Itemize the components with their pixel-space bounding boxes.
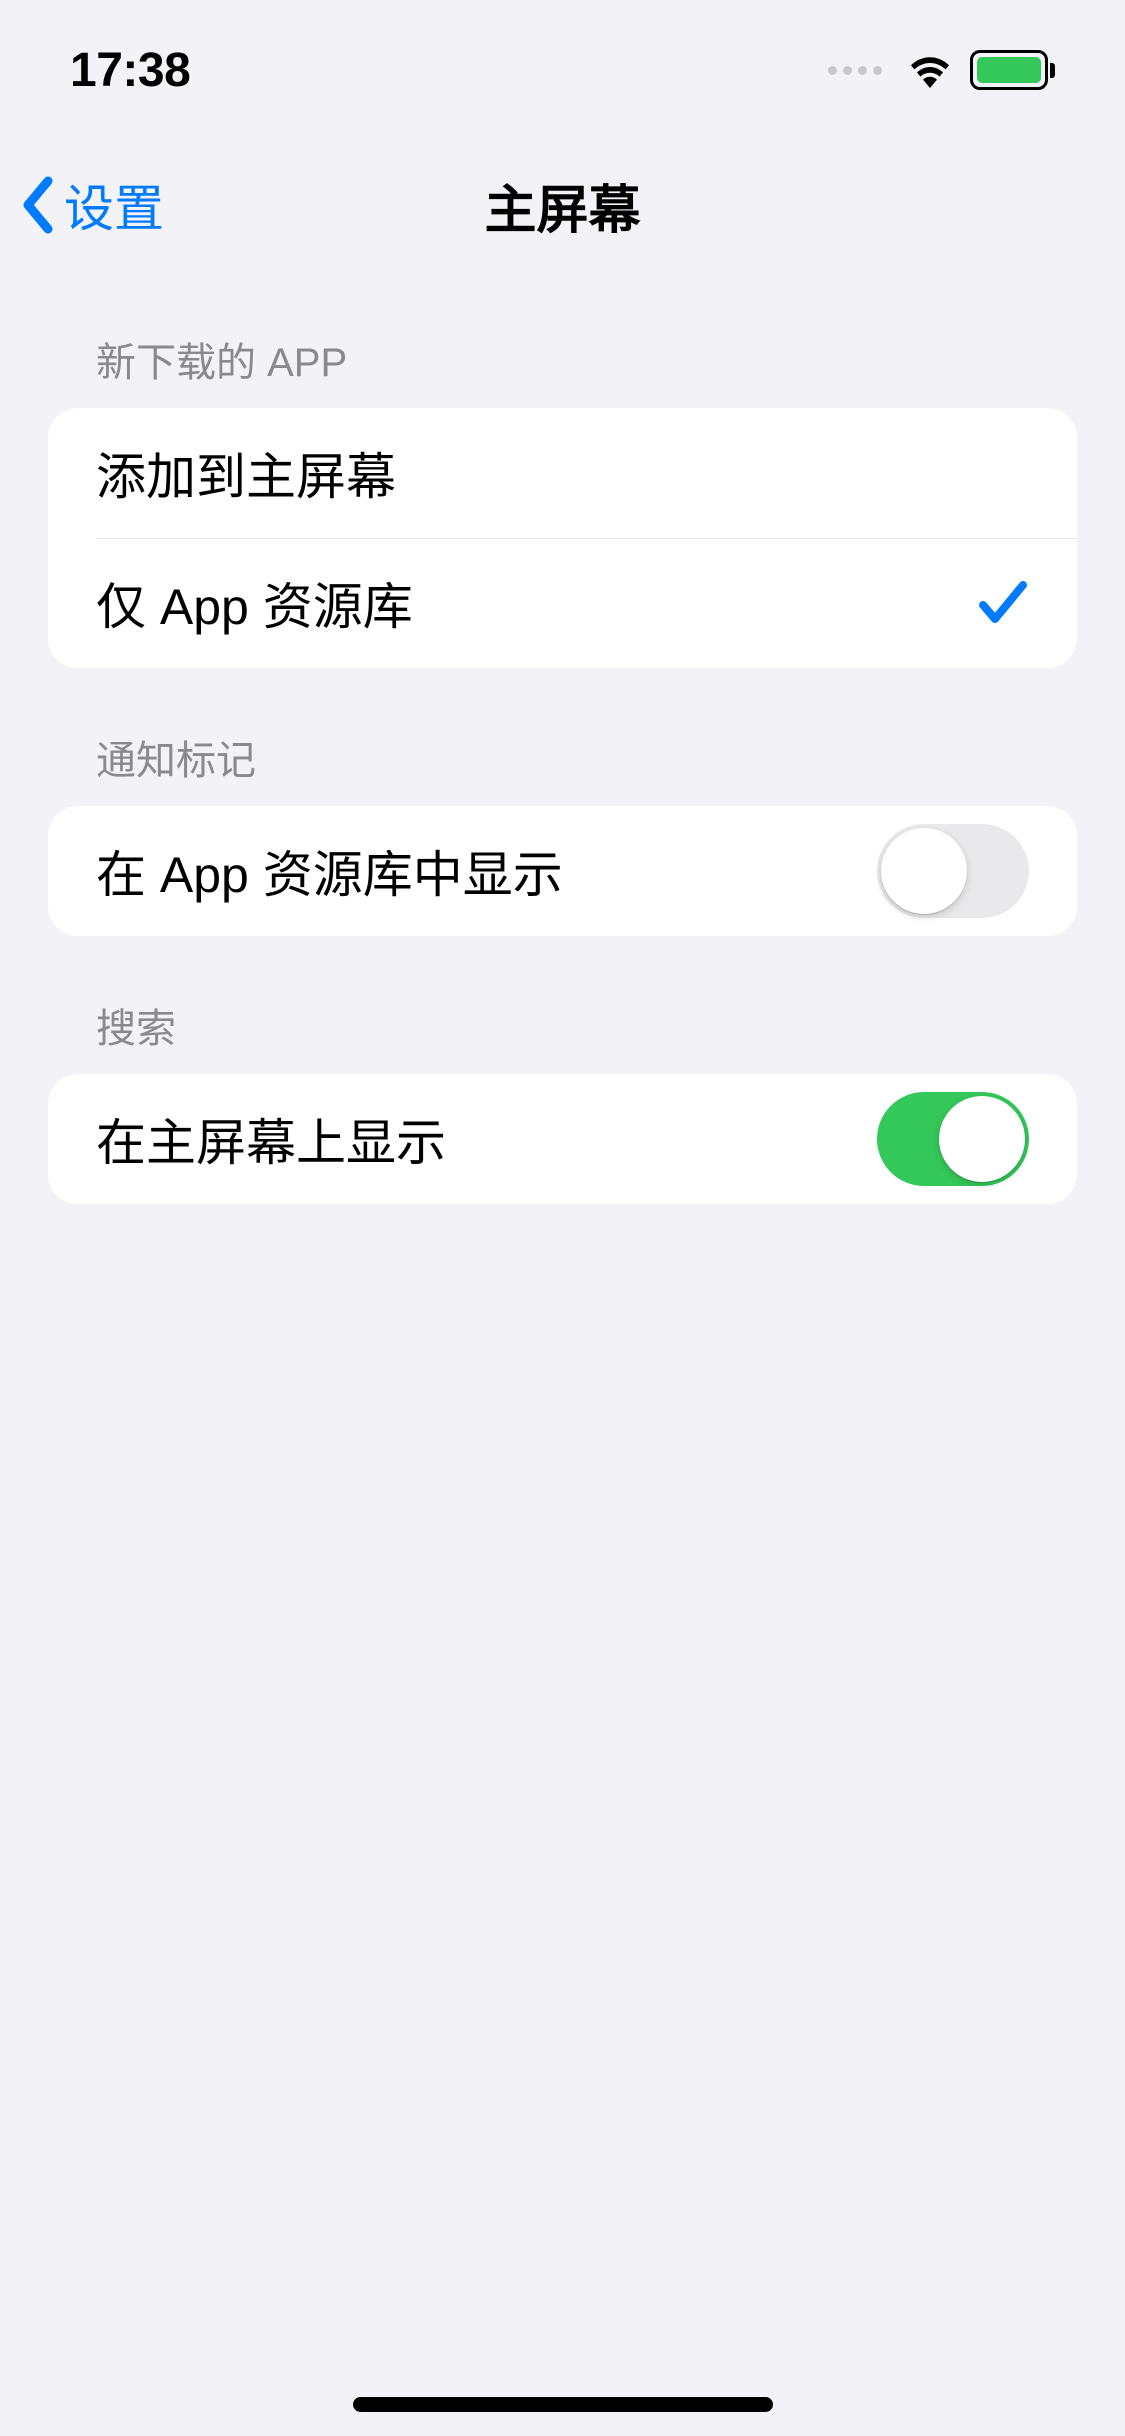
row-label: 在主屏幕上显示 [96,1103,446,1175]
toggle-knob [881,828,967,914]
option-add-to-home[interactable]: 添加到主屏幕 [48,408,1077,538]
option-app-library-only[interactable]: 仅 App 资源库 [48,538,1077,668]
section-header-search: 搜索 [48,936,1077,1074]
back-label: 设置 [64,169,164,241]
signal-dots [828,66,882,75]
toggle-show-in-app-library[interactable] [877,824,1029,918]
nav-bar: 设置 主屏幕 [0,140,1125,270]
page-title: 主屏幕 [484,168,640,243]
toggle-show-on-home[interactable] [877,1092,1029,1186]
home-indicator [353,2397,773,2412]
wifi-icon [906,52,954,88]
option-label: 添加到主屏幕 [96,437,396,509]
row-show-in-app-library: 在 App 资源库中显示 [48,806,1077,936]
row-label: 在 App 资源库中显示 [96,835,563,907]
group-search: 在主屏幕上显示 [48,1074,1077,1204]
battery-icon [970,50,1055,90]
checkmark-icon [977,579,1029,627]
section-header-new-apps: 新下载的 APP [48,270,1077,408]
status-right [828,50,1055,90]
status-bar: 17:38 [0,0,1125,140]
row-show-on-home: 在主屏幕上显示 [48,1074,1077,1204]
group-new-apps: 添加到主屏幕 仅 App 资源库 [48,408,1077,668]
content: 新下载的 APP 添加到主屏幕 仅 App 资源库 通知标记 在 App 资源库… [0,270,1125,1204]
status-time: 17:38 [70,43,190,98]
section-header-badges: 通知标记 [48,668,1077,806]
group-badges: 在 App 资源库中显示 [48,806,1077,936]
toggle-knob [939,1096,1025,1182]
back-button[interactable]: 设置 [20,169,164,241]
chevron-left-icon [20,175,56,235]
option-label: 仅 App 资源库 [96,567,413,639]
